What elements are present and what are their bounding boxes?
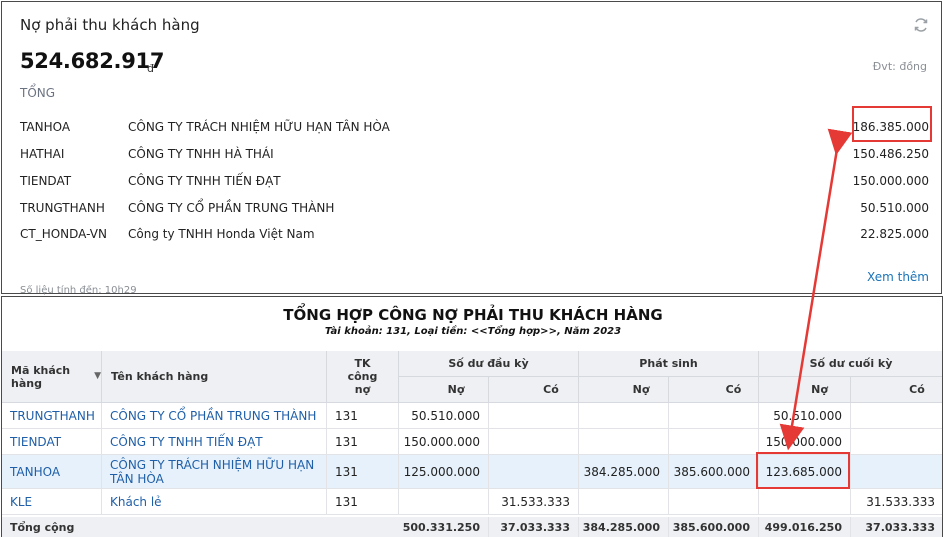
report-title: TỔNG HỢP CÔNG NỢ PHẢI THU KHÁCH HÀNG xyxy=(283,306,663,324)
customer-name: Công ty TNHH Honda Việt Nam xyxy=(128,227,315,241)
customer-code: HATHAI xyxy=(20,147,65,161)
customer-code: CT_HONDA-VN xyxy=(20,227,107,241)
cell-customer-name[interactable]: CÔNG TY CỔ PHẦN TRUNG THÀNH xyxy=(102,403,327,429)
header-movement: Phát sinh xyxy=(579,351,759,377)
cell-mv-credit: 385.600.000 xyxy=(669,455,759,489)
list-item[interactable]: TANHOA CÔNG TY TRÁCH NHIỆM HỮU HẠN TÂN H… xyxy=(2,120,943,140)
data-timestamp: Số liệu tính đến: 10h29 xyxy=(20,285,137,295)
cell-account: 131 xyxy=(327,489,399,515)
cell-open-credit: 31.533.333 xyxy=(489,489,579,515)
cell-open-credit xyxy=(489,403,579,429)
total-label: Tổng cộng xyxy=(2,517,399,537)
customer-value: 150.000.000 xyxy=(852,174,929,188)
cell-account: 131 xyxy=(327,403,399,429)
header-close-credit[interactable]: Có xyxy=(851,377,942,403)
cell-close-credit xyxy=(851,403,942,429)
header-customer-code[interactable]: Mã khách hàng ▼ xyxy=(2,351,102,403)
total-close-debit: 499.016.250 xyxy=(759,517,851,537)
total-open-debit: 500.331.250 xyxy=(399,517,489,537)
header-opening-balance: Số dư đầu kỳ xyxy=(399,351,579,377)
cell-mv-debit xyxy=(579,489,669,515)
cell-customer-code[interactable]: TIENDAT xyxy=(2,429,102,455)
cell-customer-name[interactable]: Khách lẻ xyxy=(102,489,327,515)
cell-customer-code[interactable]: TANHOA xyxy=(2,455,102,489)
report-subtitle: Tài khoản: 131, Loại tiền: <<Tổng hợp>>,… xyxy=(324,326,622,337)
sort-down-icon[interactable]: ▼ xyxy=(94,370,101,383)
header-open-debit[interactable]: Nợ xyxy=(399,377,489,403)
cell-mv-credit xyxy=(669,489,759,515)
cell-customer-name[interactable]: CÔNG TY TRÁCH NHIỆM HỮU HẠN TÂN HÒA xyxy=(102,455,327,489)
refresh-icon[interactable] xyxy=(912,17,930,35)
cell-account: 131 xyxy=(327,429,399,455)
cell-close-debit: 50.510.000 xyxy=(759,403,851,429)
cell-mv-debit xyxy=(579,403,669,429)
customer-name: CÔNG TY TNHH TIẾN ĐẠT xyxy=(128,174,281,188)
unit-note: Đvt: đồng xyxy=(872,60,927,73)
customer-name: CÔNG TY TRÁCH NHIỆM HỮU HẠN TÂN HÒA xyxy=(128,120,390,134)
list-item[interactable]: HATHAI CÔNG TY TNHH HÀ THÁI 150.486.250 xyxy=(2,147,943,167)
highlight-box-widget-value xyxy=(852,106,932,142)
customer-name: CÔNG TY CỔ PHẦN TRUNG THÀNH xyxy=(128,201,335,215)
list-item[interactable]: TRUNGTHANH CÔNG TY CỔ PHẦN TRUNG THÀNH 5… xyxy=(2,201,943,221)
cell-close-debit xyxy=(759,489,851,515)
cell-open-credit xyxy=(489,455,579,489)
cell-customer-name[interactable]: CÔNG TY TNHH TIẾN ĐẠT xyxy=(102,429,327,455)
cell-customer-code[interactable]: TRUNGTHANH xyxy=(2,403,102,429)
customer-code: TIENDAT xyxy=(20,174,72,188)
cell-open-debit: 50.510.000 xyxy=(399,403,489,429)
total-mv-credit: 385.600.000 xyxy=(669,517,759,537)
receivables-report: TỔNG HỢP CÔNG NỢ PHẢI THU KHÁCH HÀNG Tài… xyxy=(1,296,943,537)
receivables-widget: Nợ phải thu khách hàng 524.682.917 đ Đvt… xyxy=(1,1,943,295)
customer-code: TRUNGTHANH xyxy=(20,201,105,215)
header-close-debit[interactable]: Nợ xyxy=(759,377,851,403)
customer-value: 22.825.000 xyxy=(860,227,929,241)
total-amount: 524.682.917 xyxy=(20,49,165,73)
header-customer-name[interactable]: Tên khách hàng xyxy=(102,351,327,403)
cell-mv-debit: 384.285.000 xyxy=(579,455,669,489)
total-mv-debit: 384.285.000 xyxy=(579,517,669,537)
currency-unit: đ xyxy=(147,62,154,75)
total-label: TỔNG xyxy=(20,86,56,100)
cell-mv-credit xyxy=(669,429,759,455)
list-item[interactable]: TIENDAT CÔNG TY TNHH TIẾN ĐẠT 150.000.00… xyxy=(2,174,943,194)
cell-close-credit xyxy=(851,455,942,489)
cell-open-credit xyxy=(489,429,579,455)
header-account[interactable]: TK công nợ xyxy=(327,351,399,403)
list-item[interactable]: CT_HONDA-VN Công ty TNHH Honda Việt Nam … xyxy=(2,227,943,247)
see-more-link[interactable]: Xem thêm xyxy=(867,270,929,284)
customer-code: TANHOA xyxy=(20,120,71,134)
header-open-credit[interactable]: Có xyxy=(489,377,579,403)
customer-value: 50.510.000 xyxy=(860,201,929,215)
cell-mv-credit xyxy=(669,403,759,429)
cell-open-debit: 150.000.000 xyxy=(399,429,489,455)
total-close-credit: 37.033.333 xyxy=(851,517,942,537)
highlight-box-report-value xyxy=(756,452,850,489)
cell-account: 131 xyxy=(327,455,399,489)
cell-open-debit xyxy=(399,489,489,515)
header-label: Mã khách hàng xyxy=(11,363,71,390)
cell-close-credit: 31.533.333 xyxy=(851,489,942,515)
header-closing-balance: Số dư cuối kỳ xyxy=(759,351,942,377)
header-mv-debit[interactable]: Nợ xyxy=(579,377,669,403)
customer-name: CÔNG TY TNHH HÀ THÁI xyxy=(128,147,274,161)
cell-close-credit xyxy=(851,429,942,455)
header-mv-credit[interactable]: Có xyxy=(669,377,759,403)
widget-title: Nợ phải thu khách hàng xyxy=(20,16,200,34)
customer-value: 150.486.250 xyxy=(852,147,929,161)
cell-open-debit: 125.000.000 xyxy=(399,455,489,489)
cell-customer-code[interactable]: KLE xyxy=(2,489,102,515)
cell-mv-debit xyxy=(579,429,669,455)
total-open-credit: 37.033.333 xyxy=(489,517,579,537)
